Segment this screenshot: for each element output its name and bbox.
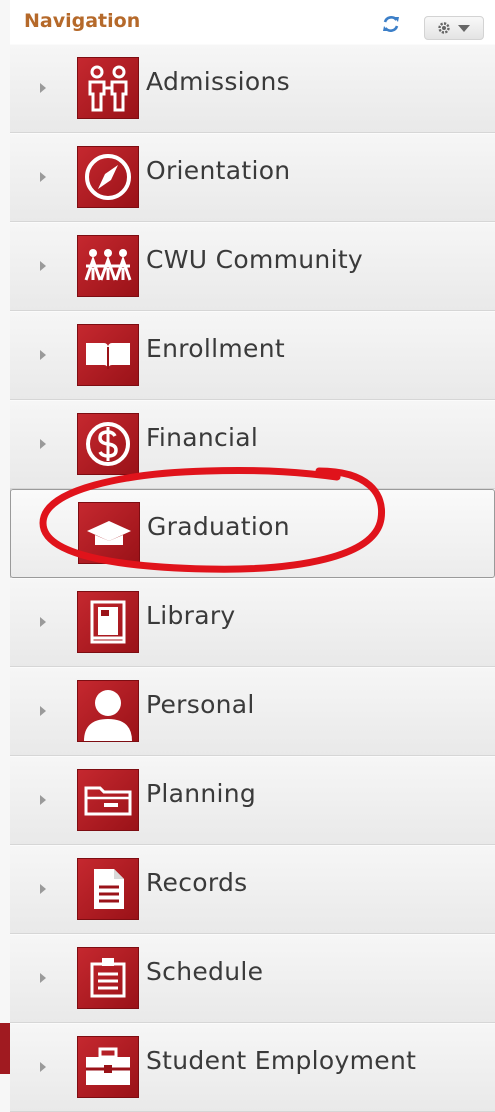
nav-item-planning[interactable]: Planning xyxy=(10,756,495,845)
options-menu-button[interactable] xyxy=(424,16,484,40)
expand-arrow-icon[interactable] xyxy=(40,439,46,449)
nav-item-label: Library xyxy=(146,601,236,630)
nav-item-enrollment[interactable]: Enrollment xyxy=(10,311,495,400)
nav-item-graduation[interactable]: Graduation xyxy=(10,489,495,578)
community-icon xyxy=(78,236,138,296)
nav-item-records[interactable]: Records xyxy=(10,845,495,934)
expand-arrow-icon[interactable] xyxy=(40,83,46,93)
nav-item-library[interactable]: Library xyxy=(10,578,495,667)
nav-item-label: Records xyxy=(146,868,248,897)
graduation-cap-icon xyxy=(79,503,139,563)
navigation-header: Navigation xyxy=(10,0,495,44)
expand-arrow-icon[interactable] xyxy=(40,350,46,360)
expand-arrow-icon[interactable] xyxy=(40,706,46,716)
book-icon xyxy=(78,325,138,385)
navigation-title: Navigation xyxy=(24,10,141,32)
expand-arrow-icon[interactable] xyxy=(40,617,46,627)
chevron-down-icon xyxy=(458,25,470,32)
nav-item-label: Orientation xyxy=(146,156,291,185)
compass-icon xyxy=(78,147,138,207)
nav-item-label: Financial xyxy=(146,423,259,452)
nav-item-cwu-community[interactable]: CWU Community xyxy=(10,222,495,311)
expand-arrow-icon[interactable] xyxy=(40,973,46,983)
people-icon xyxy=(78,58,138,118)
nav-item-label: CWU Community xyxy=(146,245,364,274)
nav-item-label: Enrollment xyxy=(146,334,285,363)
dollar-icon xyxy=(78,414,138,474)
expand-arrow-icon[interactable] xyxy=(40,795,46,805)
nav-item-personal[interactable]: Personal xyxy=(10,667,495,756)
expand-arrow-icon[interactable] xyxy=(40,172,46,182)
person-icon xyxy=(78,681,138,741)
window-edge-accent xyxy=(0,1023,10,1074)
nav-item-label: Student Employment xyxy=(146,1046,417,1075)
nav-item-label: Graduation xyxy=(147,512,290,541)
gear-icon xyxy=(438,22,450,34)
refresh-icon[interactable] xyxy=(380,13,402,35)
nav-item-financial[interactable]: Financial xyxy=(10,400,495,489)
navigation-list: Admissions Orientation CWU Community Enr… xyxy=(10,44,495,1112)
nav-item-student-employment[interactable]: Student Employment xyxy=(10,1023,495,1112)
nav-item-label: Planning xyxy=(146,779,257,808)
library-book-icon xyxy=(78,592,138,652)
expand-arrow-icon[interactable] xyxy=(40,884,46,894)
nav-item-schedule[interactable]: Schedule xyxy=(10,934,495,1023)
schedule-icon xyxy=(78,948,138,1008)
nav-item-admissions[interactable]: Admissions xyxy=(10,44,495,133)
expand-arrow-icon[interactable] xyxy=(40,261,46,271)
nav-item-label: Schedule xyxy=(146,957,264,986)
nav-item-label: Personal xyxy=(146,690,255,719)
nav-item-label: Admissions xyxy=(146,67,290,96)
expand-arrow-icon[interactable] xyxy=(40,1062,46,1072)
document-icon xyxy=(78,859,138,919)
briefcase-icon xyxy=(78,1037,138,1097)
nav-item-orientation[interactable]: Orientation xyxy=(10,133,495,222)
folder-icon xyxy=(78,770,138,830)
